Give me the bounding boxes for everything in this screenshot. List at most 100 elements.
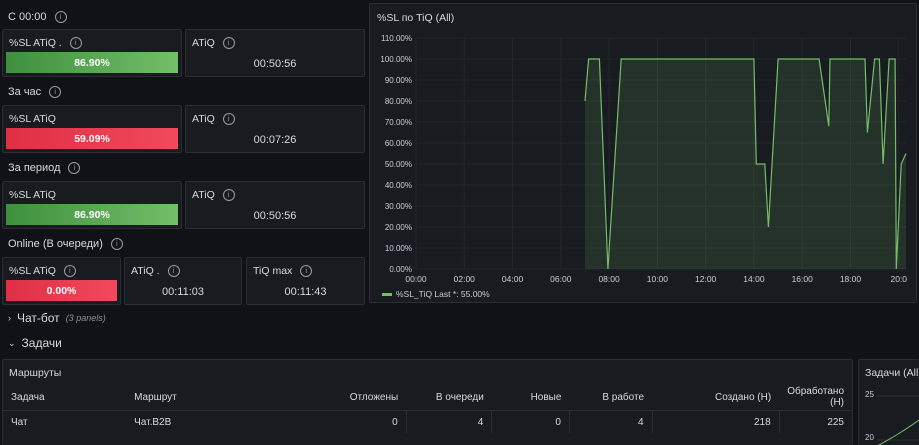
col-header[interactable]: Новые [492,384,570,411]
stat-value: 0.00% [6,280,117,301]
info-icon[interactable]: i [300,265,313,277]
group-title: За период [8,162,61,174]
group-label-1: С 00:00 i [8,11,67,23]
x-tick-label: 20:0 [890,274,907,284]
y-tick-label: 100.00% [380,55,412,64]
col-header[interactable]: Отложены [301,384,407,411]
info-icon[interactable]: i [69,37,82,49]
info-icon[interactable]: i [68,162,81,174]
x-tick-label: 10:00 [647,274,669,284]
online-tiqmax-panel[interactable]: TiQ max i 00:11:43 [246,257,365,305]
col-header[interactable]: В очереди [406,384,492,411]
y-tick-label: 80.00% [385,97,412,106]
info-icon[interactable]: i [49,86,62,98]
y-tick-label: 90.00% [385,76,412,85]
panel-title: ATiQ [192,37,215,49]
group-title: С 00:00 [8,11,47,23]
info-icon[interactable]: i [222,113,235,125]
atiq-stat-panel-1[interactable]: ATiQ i 00:50:56 [185,29,365,77]
row-tasks[interactable]: ⌄ Задачи [8,336,62,350]
info-icon[interactable]: i [167,265,180,277]
panel-title: TiQ max [253,265,293,277]
mini-tick: 25 [865,390,874,399]
y-tick-label: 30.00% [385,202,412,211]
y-tick-label: 60.00% [385,139,412,148]
stat-value: 59.09% [6,128,178,149]
y-tick-label: 0.00% [389,265,412,274]
panel-title: ATiQ [192,189,215,201]
table-header-row: Задача Маршрут Отложены В очереди Новые … [3,384,852,411]
col-header[interactable]: Маршрут [126,384,301,411]
x-tick-label: 12:00 [695,274,717,284]
panel-title: %SL ATiQ [9,189,56,201]
stat-value: 86.90% [6,204,178,225]
info-icon[interactable]: i [63,265,76,277]
chevron-right-icon: › [8,313,11,323]
routes-table-wrap: Задача Маршрут Отложены В очереди Новые … [3,384,852,433]
mini-chart-svg [877,395,919,445]
x-tick-label: 18:00 [840,274,862,284]
table-cell: 0 [300,410,407,433]
panel-title: %SL ATiQ [9,265,56,277]
x-tick-label: 00:00 [405,274,427,284]
sl-stat-panel-1[interactable]: %SL ATiQ . i 86.90% [2,29,182,77]
col-header[interactable]: Создано (Н) [652,384,779,411]
chart-svg: 110.00% 100.00% 90.00% 80.00% 70.00% 60.00% 50… [380,34,907,299]
sl-stat-panel-3[interactable]: %SL ATiQ 86.90% [2,181,182,229]
stat-value: 00:11:43 [284,286,327,298]
table-cell: 4 [406,410,493,433]
col-header[interactable]: Задача [3,384,126,411]
stat-value: 00:11:03 [161,286,204,298]
info-icon[interactable]: i [54,11,67,23]
row-title: Чат-бот [17,311,60,325]
x-tick-label: 04:00 [502,274,524,284]
stat-value: 00:50:56 [253,58,297,70]
legend-label: %SL_TiQ Last *: 55.00% [396,289,490,299]
atiq-stat-panel-2[interactable]: ATiQ i 00:07:26 [185,105,365,153]
legend-swatch [382,293,392,296]
info-icon[interactable]: i [222,37,235,49]
x-tick-label: 06:00 [550,274,572,284]
info-icon[interactable]: i [110,238,123,250]
sl-stat-panel-2[interactable]: %SL ATiQ 59.09% [2,105,182,153]
table-cell: Чат [3,410,127,433]
stat-value: 00:50:56 [253,210,297,222]
y-tick-label: 70.00% [385,118,412,127]
routes-table-panel[interactable]: Маршруты Задача Маршрут Отложены В очере… [2,359,853,445]
sl-tiq-chart-panel[interactable]: %SL по TiQ (All) 110.00% 100.00% 90.00% 80.… [369,3,917,303]
y-tick-label: 20.00% [385,223,412,232]
atiq-stat-panel-3[interactable]: ATiQ i 00:50:56 [185,181,365,229]
panel-title: Задачи (All) [865,367,919,379]
tasks-mini-panel[interactable]: Задачи (All) 25 20 [858,359,919,445]
online-atiq-panel[interactable]: ATiQ . i 00:11:03 [124,257,242,305]
table-cell: 218 [652,410,780,433]
col-header[interactable]: В работе [569,384,652,411]
panel-title: Маршруты [9,367,62,379]
panel-title: %SL ATiQ [9,113,56,125]
group-label-2: За час i [8,86,62,98]
y-tick-label: 50.00% [385,160,412,169]
table-row: Чат Чат.B2B 0 4 0 4 218 225 [3,410,852,433]
x-tick-label: 02:00 [454,274,476,284]
mini-tick: 20 [865,433,874,442]
routes-table: Задача Маршрут Отложены В очереди Новые … [3,384,852,433]
group-label-online: Online (В очереди) i [8,238,123,250]
row-chatbot[interactable]: › Чат-бот (3 panels) [8,311,106,325]
x-tick-label: 14:00 [743,274,765,284]
panel-title: ATiQ [192,113,215,125]
panel-title: %SL ATiQ . [9,37,62,49]
online-sl-panel[interactable]: %SL ATiQ i 0.00% [2,257,121,305]
stat-value: 00:07:26 [253,134,297,146]
table-cell: 0 [491,410,570,433]
x-tick-label: 16:00 [792,274,814,284]
y-tick-label: 40.00% [385,181,412,190]
series-area [585,59,906,269]
table-cell: Чат.B2B [126,410,301,433]
stat-value: 86.90% [6,52,178,73]
panel-title: ATiQ . [131,265,160,277]
col-header[interactable]: Обработано (Н) [779,384,852,411]
group-label-3: За период i [8,162,81,174]
table-cell: 225 [779,410,852,433]
y-tick-label: 10.00% [385,244,412,253]
info-icon[interactable]: i [222,189,235,201]
